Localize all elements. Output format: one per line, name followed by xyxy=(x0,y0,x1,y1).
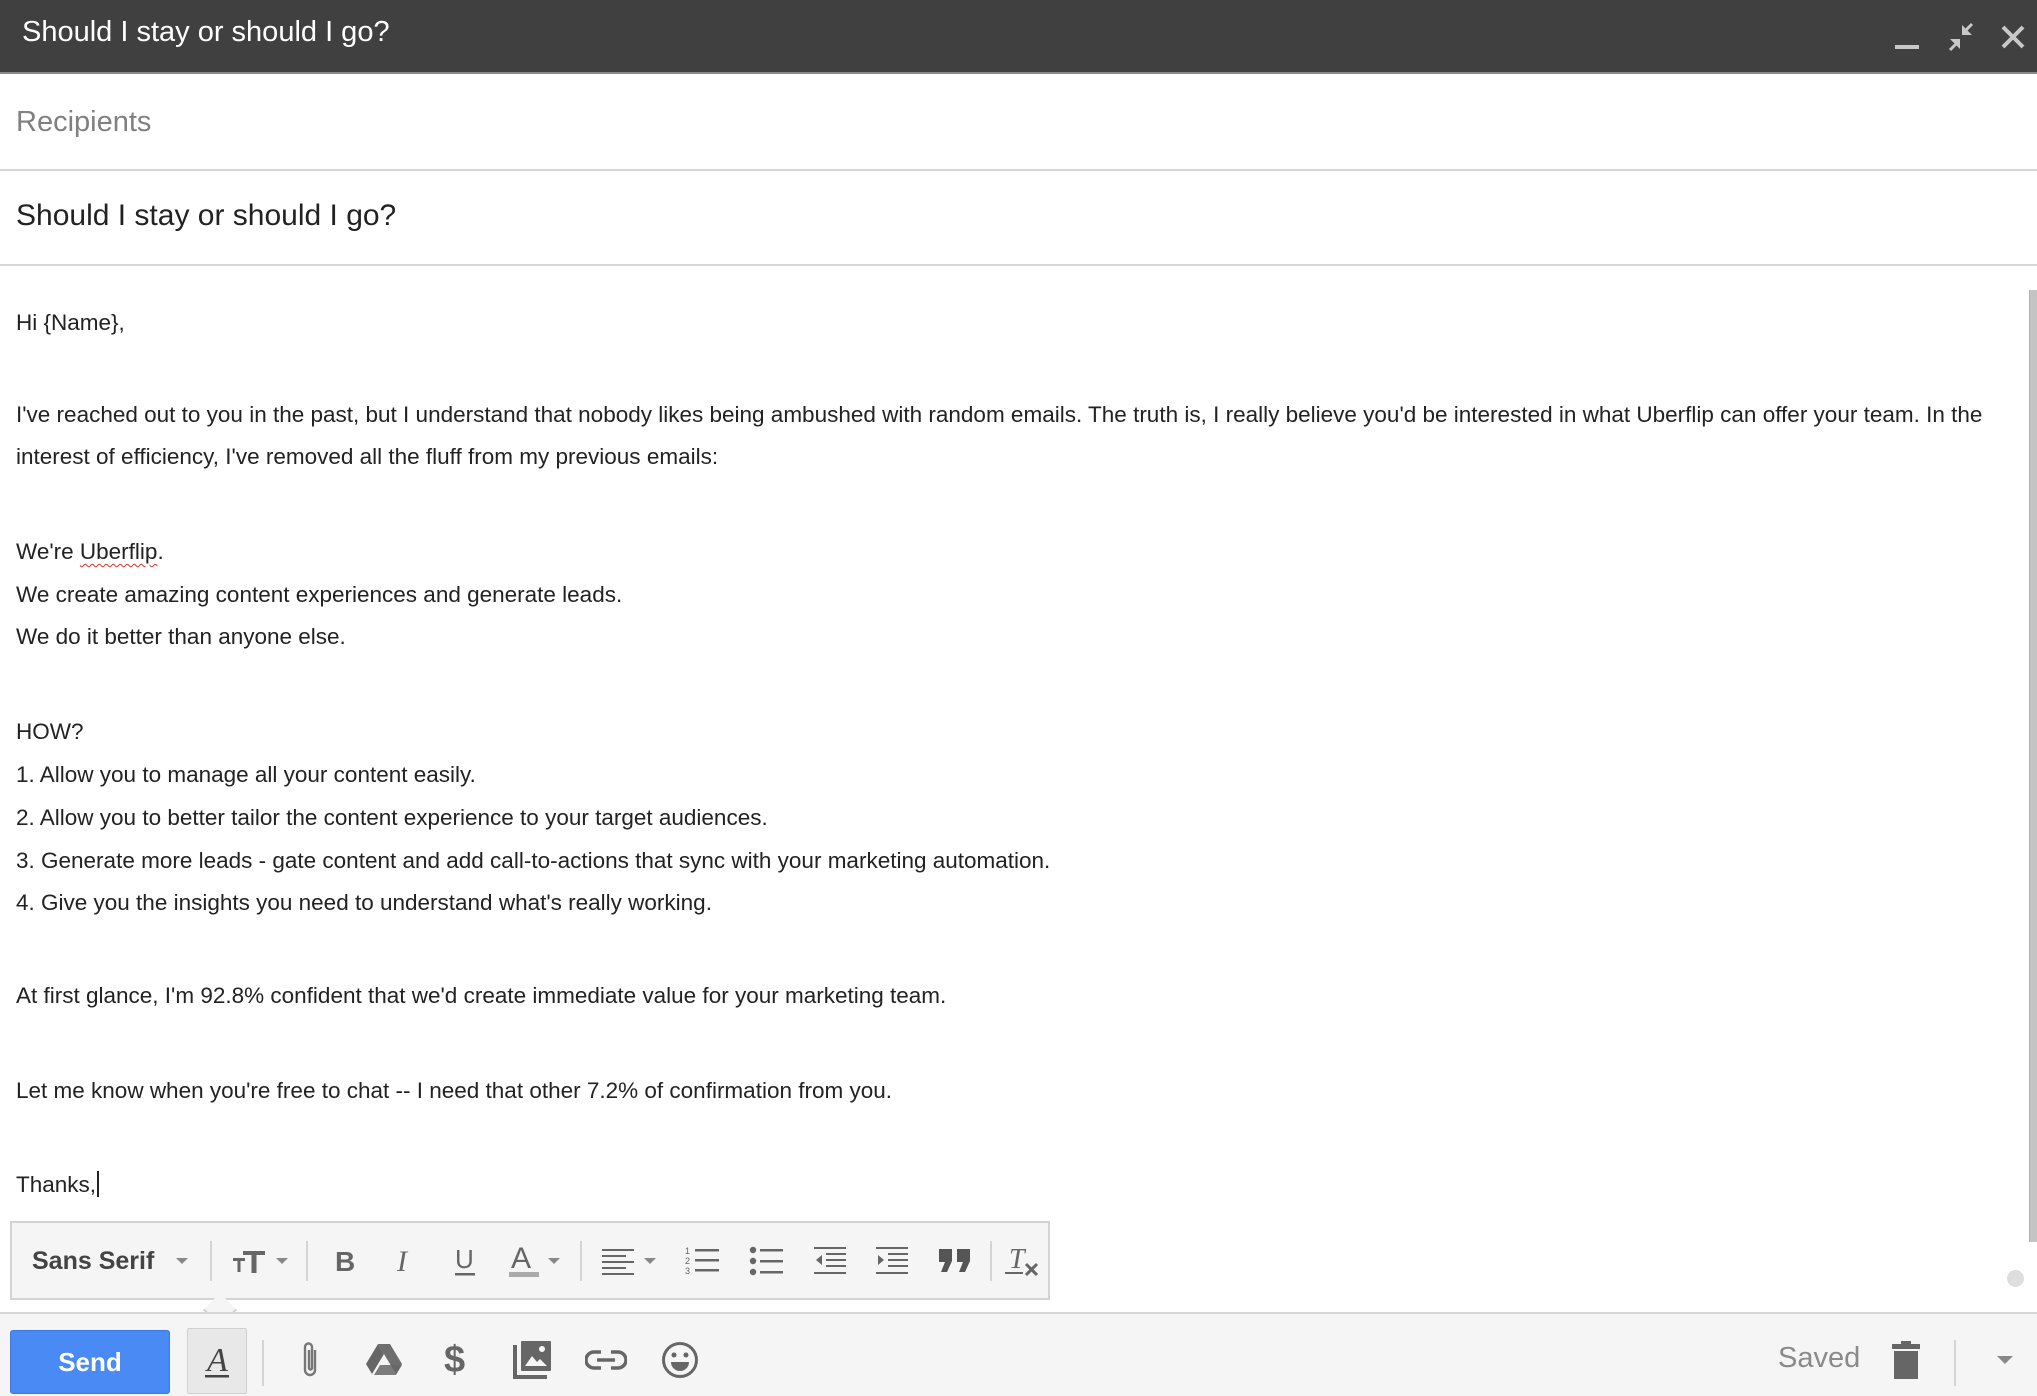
recipients-field[interactable]: Recipients xyxy=(0,74,2037,171)
subject-field[interactable]: Should I stay or should I go? xyxy=(0,171,2037,266)
body-scrollbar[interactable] xyxy=(2029,290,2037,1242)
insert-photo-icon xyxy=(513,1341,551,1379)
misspelled-word[interactable]: Uberflip xyxy=(80,539,158,564)
body-text: . xyxy=(157,539,164,564)
svg-text:A: A xyxy=(205,1342,228,1379)
close-icon[interactable] xyxy=(1996,20,2030,54)
toolbar-divider xyxy=(580,1241,582,1281)
svg-text:1: 1 xyxy=(685,1246,690,1256)
body-line: 3. Generate more leads - gate content an… xyxy=(16,848,1051,873)
minimize-icon[interactable] xyxy=(1890,20,1924,54)
quote-button[interactable] xyxy=(928,1237,982,1285)
remove-formatting-button[interactable]: T xyxy=(998,1237,1048,1285)
subject-value: Should I stay or should I go? xyxy=(16,199,397,232)
body-text: We're xyxy=(16,539,80,564)
body-line: We're Uberflip. xyxy=(16,539,164,565)
bulleted-list-button[interactable] xyxy=(740,1237,794,1285)
align-icon xyxy=(602,1249,634,1275)
formatting-toolbar: Sans Serif B I U A 123 T xyxy=(10,1221,1050,1327)
more-options-icon xyxy=(1997,1356,2013,1364)
chevron-down-icon xyxy=(548,1258,560,1264)
insert-link-button[interactable] xyxy=(580,1334,632,1386)
indent-less-icon xyxy=(814,1247,846,1274)
insert-photo-button[interactable] xyxy=(506,1334,558,1386)
svg-text:A: A xyxy=(511,1243,531,1275)
text-color-button[interactable]: A xyxy=(498,1237,570,1285)
toolbar-divider xyxy=(990,1241,992,1281)
svg-text:3: 3 xyxy=(685,1266,690,1276)
underline-button[interactable]: U xyxy=(440,1237,490,1285)
window-title: Should I stay or should I go? xyxy=(22,16,390,48)
recipients-placeholder: Recipients xyxy=(16,106,152,138)
insert-emoji-button[interactable] xyxy=(654,1334,706,1386)
underline-icon: U xyxy=(455,1244,475,1276)
chevron-down-icon xyxy=(276,1258,288,1264)
text-cursor xyxy=(97,1171,100,1197)
bulleted-list-icon xyxy=(749,1246,783,1276)
indent-more-button[interactable] xyxy=(866,1237,920,1285)
exit-fullscreen-icon[interactable] xyxy=(1944,20,1978,54)
body-line: We do it better than anyone else. xyxy=(16,624,346,649)
discard-draft-icon xyxy=(1892,1341,1920,1379)
toolbar-divider xyxy=(1954,1340,1956,1386)
remove-formatting-icon: T xyxy=(1005,1244,1039,1277)
body-line: Hi {Name}, xyxy=(16,310,125,335)
svg-text:T: T xyxy=(1009,1244,1027,1275)
draft-status: Saved xyxy=(1778,1342,1861,1374)
toolbar-divider xyxy=(262,1340,264,1386)
indent-less-button[interactable] xyxy=(804,1237,858,1285)
svg-text:U: U xyxy=(455,1244,474,1274)
toolbar-divider xyxy=(210,1241,212,1281)
numbered-list-button[interactable]: 123 xyxy=(676,1237,730,1285)
svg-text:I: I xyxy=(396,1246,409,1276)
chevron-down-icon xyxy=(176,1258,189,1264)
send-money-icon: $ xyxy=(444,1340,465,1380)
body-line: Thanks, xyxy=(16,1171,100,1198)
google-drive-icon xyxy=(366,1344,402,1375)
formatting-options-icon: A xyxy=(205,1342,229,1379)
toolbar-divider xyxy=(306,1241,308,1281)
italic-button[interactable]: I xyxy=(380,1237,430,1285)
svg-text:2: 2 xyxy=(685,1256,690,1266)
italic-icon: I xyxy=(396,1246,409,1276)
compose-title-bar[interactable]: Should I stay or should I go? xyxy=(0,0,2037,74)
attach-file-icon xyxy=(303,1342,317,1377)
resize-handle[interactable] xyxy=(2007,1270,2024,1287)
google-drive-button[interactable] xyxy=(358,1334,410,1386)
text-color-icon: A xyxy=(509,1243,539,1277)
quote-icon xyxy=(939,1249,970,1272)
body-line: 2. Allow you to better tailor the conten… xyxy=(16,805,768,830)
compose-bottom-bar: Send A $ Saved xyxy=(0,1312,2037,1396)
body-line: interest of efficiency, I've removed all… xyxy=(16,444,719,469)
chevron-down-icon xyxy=(644,1258,656,1264)
discard-draft-button[interactable] xyxy=(1880,1334,1932,1386)
send-button[interactable]: Send xyxy=(10,1330,170,1394)
attach-file-button[interactable] xyxy=(284,1334,336,1386)
svg-text:B: B xyxy=(335,1246,355,1276)
indent-more-icon xyxy=(876,1247,908,1274)
formatting-options-button[interactable]: A xyxy=(187,1328,247,1394)
svg-text:$: $ xyxy=(444,1340,465,1380)
send-money-button[interactable]: $ xyxy=(430,1334,482,1386)
insert-link-icon xyxy=(585,1350,627,1370)
body-line: We create amazing content experiences an… xyxy=(16,582,623,607)
body-line: At first glance, I'm 92.8% confident tha… xyxy=(16,983,947,1008)
body-line: 1. Allow you to manage all your content … xyxy=(16,762,476,787)
font-size-button[interactable] xyxy=(224,1237,296,1285)
insert-emoji-icon xyxy=(662,1342,698,1378)
body-line: Let me know when you're free to chat -- … xyxy=(16,1078,892,1103)
font-family-value: Sans Serif xyxy=(32,1246,155,1275)
body-line: 4. Give you the insights you need to und… xyxy=(16,890,712,915)
body-line: I've reached out to you in the past, but… xyxy=(16,402,1983,427)
body-text: Thanks, xyxy=(16,1172,97,1197)
align-button[interactable] xyxy=(592,1237,666,1285)
bold-button[interactable]: B xyxy=(320,1237,370,1285)
font-size-icon xyxy=(233,1251,265,1273)
bold-icon: B xyxy=(335,1246,355,1276)
font-family-select[interactable]: Sans Serif xyxy=(32,1237,202,1285)
more-options-button[interactable] xyxy=(1980,1334,2030,1386)
numbered-list-icon: 123 xyxy=(685,1246,719,1276)
body-line: HOW? xyxy=(16,719,84,744)
